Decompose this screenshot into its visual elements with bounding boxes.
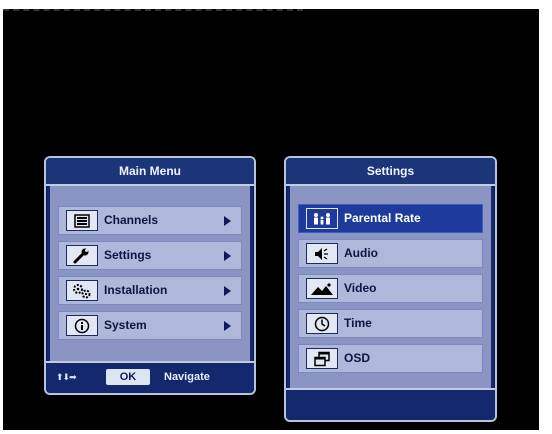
clock-icon bbox=[306, 313, 338, 334]
settings-item-label: Parental Rate bbox=[344, 211, 421, 225]
settings-footer bbox=[286, 388, 495, 420]
chevron-right-icon bbox=[224, 321, 231, 331]
settings-item-label: OSD bbox=[344, 351, 371, 365]
menu-item-label: Installation bbox=[104, 283, 168, 297]
settings-item-audio[interactable]: Audio bbox=[298, 239, 483, 268]
menu-item-system[interactable]: System bbox=[58, 311, 242, 340]
windows-icon bbox=[306, 348, 338, 369]
settings-item-label: Audio bbox=[344, 246, 378, 260]
settings-body: Parental Rate Audio Video Time OSD bbox=[290, 186, 491, 390]
list-icon bbox=[66, 210, 98, 231]
main-menu-footer: ⬆⬇➡ OK Navigate bbox=[46, 361, 254, 393]
chevron-right-icon bbox=[224, 286, 231, 296]
settings-item-label: Time bbox=[344, 316, 372, 330]
navigate-hint: Navigate bbox=[164, 371, 210, 383]
parental-icon bbox=[306, 208, 338, 229]
menu-item-label: Settings bbox=[104, 248, 152, 262]
wrench-icon bbox=[66, 245, 98, 266]
main-menu-body: Channels Settings Installation System bbox=[50, 186, 250, 363]
navigation-arrows-icon: ⬆⬇➡ bbox=[56, 372, 77, 382]
main-menu-panel: Main Menu Channels Settings Installation… bbox=[44, 156, 256, 395]
picture-icon bbox=[306, 278, 338, 299]
gears-icon bbox=[66, 280, 98, 301]
settings-title: Settings bbox=[286, 158, 495, 186]
tv-screen: Main Menu Channels Settings Installation… bbox=[3, 9, 539, 430]
menu-item-channels[interactable]: Channels bbox=[58, 206, 242, 235]
settings-item-parental-rate[interactable]: Parental Rate bbox=[298, 204, 483, 233]
settings-item-video[interactable]: Video bbox=[298, 274, 483, 303]
settings-item-label: Video bbox=[344, 281, 377, 295]
settings-item-osd[interactable]: OSD bbox=[298, 344, 483, 373]
chevron-right-icon bbox=[224, 216, 231, 226]
settings-panel: Settings Parental Rate Audio Video Time … bbox=[284, 156, 497, 422]
menu-item-settings[interactable]: Settings bbox=[58, 241, 242, 270]
top-dashed-line bbox=[3, 9, 303, 14]
chevron-right-icon bbox=[224, 251, 231, 261]
settings-item-time[interactable]: Time bbox=[298, 309, 483, 338]
menu-item-label: System bbox=[104, 318, 147, 332]
speaker-icon bbox=[306, 243, 338, 264]
info-icon bbox=[66, 315, 98, 336]
menu-item-label: Channels bbox=[104, 213, 159, 227]
main-menu-title: Main Menu bbox=[46, 158, 254, 186]
ok-button[interactable]: OK bbox=[106, 369, 150, 385]
menu-item-installation[interactable]: Installation bbox=[58, 276, 242, 305]
